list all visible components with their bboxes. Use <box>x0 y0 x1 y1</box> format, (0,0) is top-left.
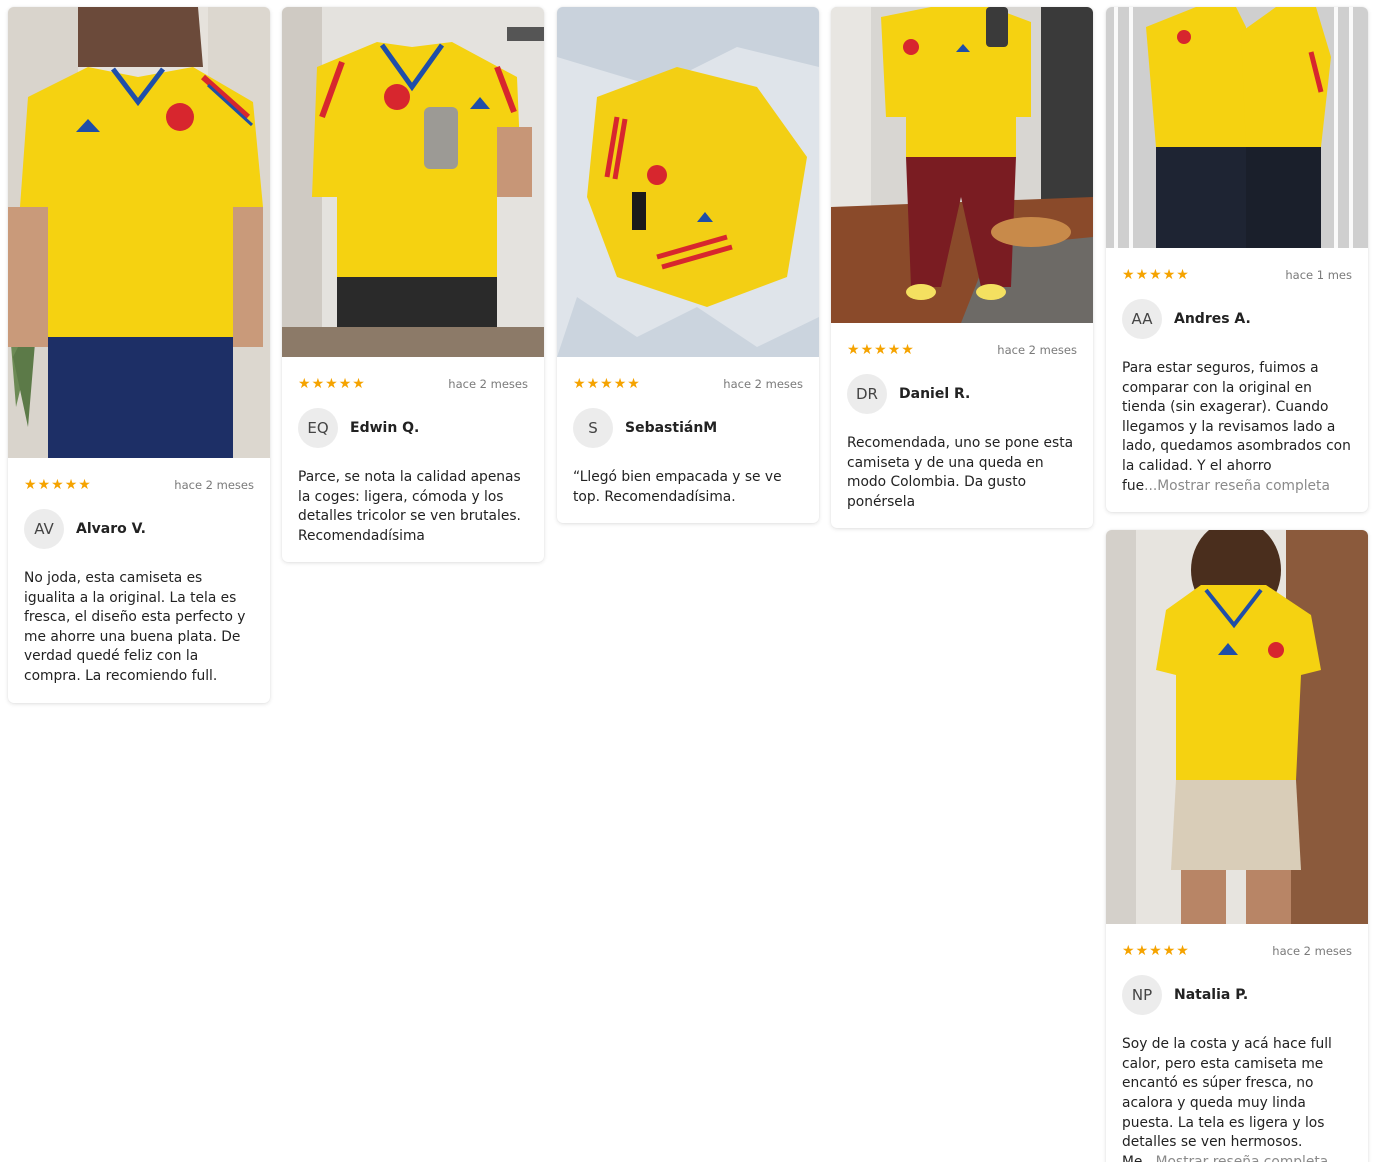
review-text-body: Recomendada, uno se pone esta camiseta y… <box>847 435 1074 510</box>
review-text-body: No joda, esta camiseta es igualita a la … <box>24 570 246 684</box>
star-icon: ★ <box>1176 267 1189 283</box>
review-date: hace 1 mes <box>1285 268 1352 282</box>
avatar: S <box>573 408 613 448</box>
reviewer-name: Daniel R. <box>899 386 971 402</box>
star-icon: ★ <box>298 376 311 392</box>
review-text: Parce, se nota la calidad apenas la coge… <box>298 468 528 546</box>
star-icon: ★ <box>600 376 613 392</box>
star-rating: ★ ★ ★ ★ ★ <box>298 377 365 391</box>
review-text: Para estar seguros, fuimos a comparar co… <box>1122 359 1352 496</box>
star-rating: ★ ★ ★ ★ ★ <box>24 478 91 492</box>
reviewer-name: Alvaro V. <box>76 521 146 537</box>
review-text-body: Parce, se nota la calidad apenas la coge… <box>298 469 521 544</box>
star-icon: ★ <box>1135 943 1149 960</box>
reviewer-name: SebastiánM <box>625 420 718 436</box>
review-date: hace 2 meses <box>1272 944 1352 959</box>
review-card[interactable]: ★ ★ ★ ★ ★ hace 2 meses EQ Edwin Q. Parce, se… <box>282 7 544 563</box>
star-icon: ★ <box>1162 943 1176 960</box>
review-card[interactable]: ★ ★ ★ ★ ★ hace 2 meses S SebastiánM “Llegó b… <box>557 7 819 524</box>
avatar: AA <box>1122 299 1162 339</box>
star-icon: ★ <box>311 376 325 392</box>
review-photo[interactable] <box>831 7 1093 323</box>
star-icon: ★ <box>1149 267 1162 283</box>
avatar: NP <box>1122 975 1162 1016</box>
star-icon: ★ <box>573 376 586 392</box>
star-rating: ★ ★ ★ ★ ★ <box>1122 268 1189 282</box>
star-icon: ★ <box>325 376 338 392</box>
avatar: AV <box>24 509 64 549</box>
star-icon: ★ <box>586 376 600 392</box>
review-text: “Llegó bien empacada y se ve top. Recome… <box>573 468 803 507</box>
review-text-body: Para estar seguros, fuimos a comparar co… <box>1122 360 1351 494</box>
review-photo[interactable] <box>8 7 270 458</box>
show-full-review-link[interactable]: ...Mostrar reseña completa <box>1142 1154 1328 1162</box>
review-card[interactable]: ★ ★ ★ ★ ★ hace 2 meses DR Daniel R. Recomend… <box>831 7 1093 529</box>
star-icon: ★ <box>874 342 887 358</box>
star-icon: ★ <box>64 477 78 493</box>
star-icon: ★ <box>1122 267 1135 283</box>
reviewer-name: Edwin Q. <box>350 420 420 436</box>
show-full-review-link[interactable]: ...Mostrar reseña completa <box>1144 478 1330 494</box>
star-icon: ★ <box>51 477 64 493</box>
star-icon: ★ <box>1162 267 1176 283</box>
review-text: Recomendada, uno se pone esta camiseta y… <box>847 434 1077 512</box>
star-rating: ★ ★ ★ ★ ★ <box>1122 944 1189 958</box>
star-icon: ★ <box>860 342 874 358</box>
star-icon: ★ <box>352 376 365 392</box>
star-icon: ★ <box>901 342 914 358</box>
review-date: hace 2 meses <box>997 343 1077 357</box>
review-photo[interactable] <box>282 7 544 357</box>
avatar: DR <box>847 374 887 414</box>
star-icon: ★ <box>338 376 352 392</box>
star-icon: ★ <box>613 376 627 392</box>
star-icon: ★ <box>887 342 901 358</box>
review-date: hace 2 meses <box>174 478 254 492</box>
avatar: EQ <box>298 408 338 448</box>
review-text: Soy de la costa y acá hace full calor, p… <box>1122 1035 1352 1162</box>
review-photo[interactable] <box>1106 530 1368 925</box>
star-rating: ★ ★ ★ ★ ★ <box>573 377 640 391</box>
review-card[interactable]: ★ ★ ★ ★ ★ hace 2 meses NP Natalia P. Soy de … <box>1106 530 1368 1162</box>
review-card[interactable]: ★ ★ ★ ★ ★ hace 1 mes AA Andres A. Para estar… <box>1106 7 1368 513</box>
review-text-body: “Llegó bien empacada y se ve top. Recome… <box>573 469 782 505</box>
star-icon: ★ <box>24 477 37 493</box>
review-card[interactable]: ★ ★ ★ ★ ★ hace 2 meses AV Alvaro V. No joda,… <box>8 7 270 703</box>
reviewer-name: Andres A. <box>1174 311 1251 327</box>
star-icon: ★ <box>1135 267 1149 283</box>
star-icon: ★ <box>627 376 640 392</box>
review-photo[interactable] <box>557 7 819 357</box>
star-icon: ★ <box>37 477 51 493</box>
review-date: hace 2 meses <box>723 377 803 391</box>
review-text: No joda, esta camiseta es igualita a la … <box>24 569 254 687</box>
review-date: hace 2 meses <box>448 377 528 391</box>
star-icon: ★ <box>1176 943 1189 960</box>
star-icon: ★ <box>847 342 860 358</box>
star-icon: ★ <box>1122 943 1135 960</box>
star-rating: ★ ★ ★ ★ ★ <box>847 343 914 357</box>
star-icon: ★ <box>78 477 91 493</box>
reviewer-name: Natalia P. <box>1174 987 1249 1004</box>
star-icon: ★ <box>1149 943 1162 960</box>
review-photo[interactable] <box>1106 7 1368 248</box>
review-text-body: Soy de la costa y acá hace full calor, p… <box>1122 1036 1332 1162</box>
